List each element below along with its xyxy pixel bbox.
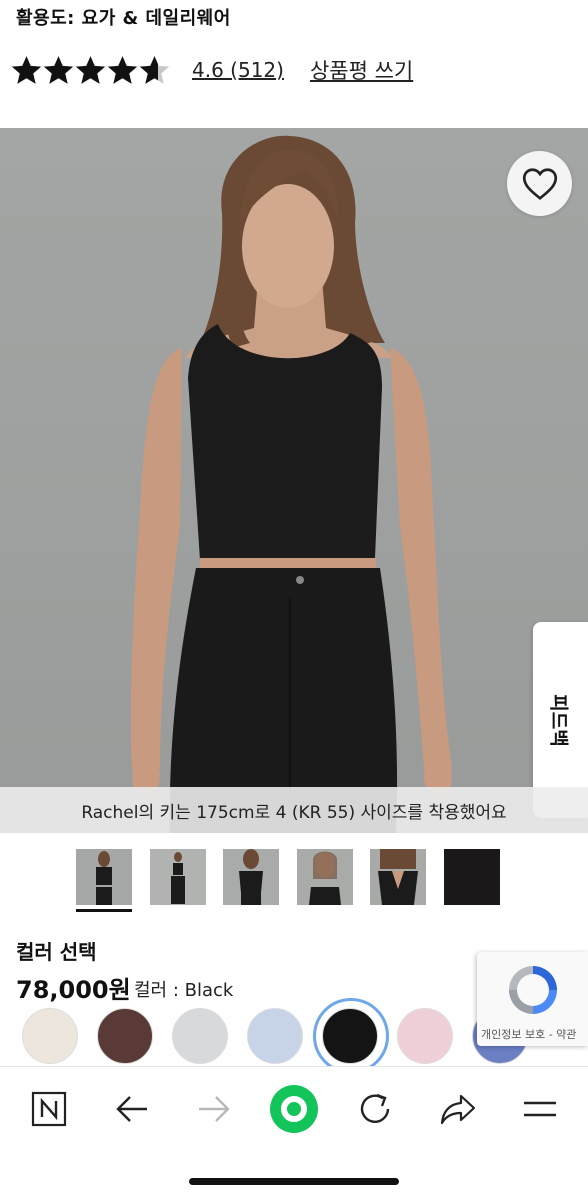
half-star-icon [139,55,170,84]
forward-arrow-icon [199,1096,230,1122]
naver-n-button[interactable] [27,1087,71,1131]
thumbnail-full[interactable] [149,849,206,905]
naver-n-icon [31,1091,67,1127]
activity-label: 활용도: 요가 & 데일리웨어 [16,8,231,29]
wishlist-button[interactable] [507,151,572,216]
back-arrow-icon [116,1096,147,1122]
green-dot-button[interactable] [268,1083,320,1135]
color-select-title: 컬러 선택 [16,940,97,964]
selected-color-name: 컬러 : Black [134,980,234,1001]
thumbnail-back-detail[interactable] [370,849,427,905]
recaptcha-icon [509,966,557,1014]
back-button[interactable] [110,1087,154,1131]
menu-button[interactable] [518,1087,562,1131]
write-review-link[interactable]: 상품평 쓰기 [310,55,413,85]
heart-icon [522,167,557,200]
model-photo [0,128,588,833]
thumbnail-back[interactable] [223,849,280,905]
model-size-caption: Rachel의 키는 175cm로 4 (KR 55) 사이즈를 착용했어요 [0,787,588,833]
rating-link[interactable]: 4.6 (512) [192,58,284,82]
star-icon [11,55,42,84]
thumbnail-front[interactable] [76,849,132,905]
feedback-label: 피드백 [547,693,570,747]
thumbnail-fabric[interactable] [443,849,500,905]
green-circle-icon [270,1085,318,1133]
caption-text: Rachel의 키는 175cm로 4 (KR 55) 사이즈를 착용했어요 [81,802,507,823]
swatch-cream[interactable] [22,1008,78,1064]
swatch-light-grey[interactable] [172,1008,228,1064]
menu-icon [524,1101,556,1117]
home-indicator [189,1178,399,1185]
forward-button[interactable] [192,1087,236,1131]
price: 78,000원 [16,976,131,1004]
refresh-button[interactable] [353,1087,397,1131]
refresh-icon [360,1093,390,1123]
product-image[interactable] [0,128,588,833]
thumbnail-strip [76,849,518,905]
swatch-light-blue[interactable] [247,1008,303,1064]
star-icon [75,55,106,84]
recaptcha-badge[interactable]: 개인정보 보호 - 약관 [477,952,588,1046]
share-icon [440,1094,476,1125]
star-icon [43,55,74,84]
share-button[interactable] [436,1087,480,1131]
thumbnail-selected-indicator [76,909,132,912]
recaptcha-links[interactable]: 개인정보 보호 - 약관 [481,1026,576,1042]
star-icon [107,55,138,84]
thumbnail-detail[interactable] [296,849,353,905]
swatch-black[interactable] [322,1008,378,1064]
swatch-brown[interactable] [97,1008,153,1064]
rating-row: 4.6 (512) 상품평 쓰기 [10,52,413,88]
swatch-pink[interactable] [397,1008,453,1064]
star-rating [10,54,170,87]
